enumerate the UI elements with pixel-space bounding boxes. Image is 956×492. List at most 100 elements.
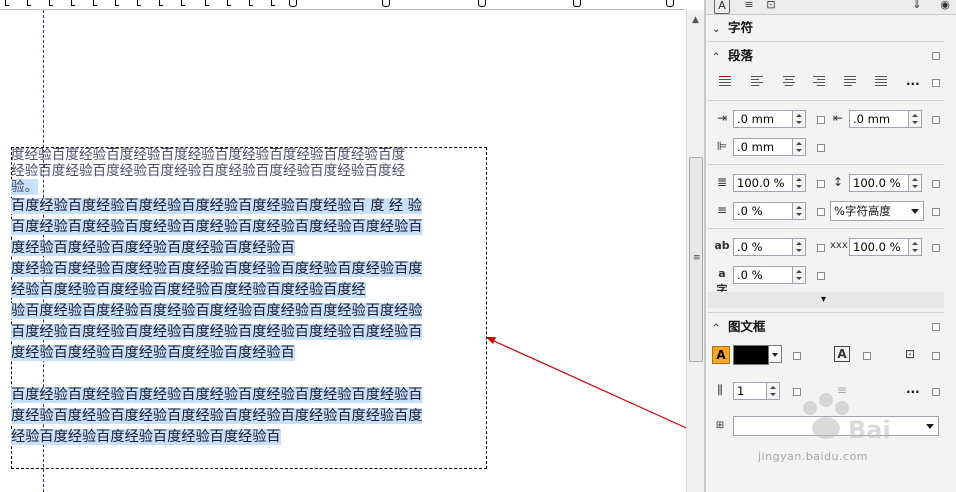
align-force-justify-icon[interactable] [874, 74, 888, 88]
row-options-icon[interactable] [932, 79, 940, 87]
first-line-indent-stepper[interactable] [792, 138, 806, 156]
frame-text-icon[interactable]: A [834, 346, 850, 362]
lock-option-icon[interactable] [932, 116, 940, 124]
align-none-icon[interactable] [718, 74, 732, 88]
divider [708, 164, 944, 165]
lock-option-icon[interactable] [932, 352, 940, 360]
word-spacing-stepper[interactable] [908, 238, 922, 256]
right-indent-icon: ⇤ [832, 111, 844, 125]
chevron-up-icon[interactable]: ⌃ [712, 49, 728, 67]
left-indent-stepper[interactable] [792, 110, 806, 128]
language-spacing-stepper[interactable] [792, 266, 806, 284]
spacing-unit-dropdown[interactable]: %字符高度 [830, 201, 924, 221]
arrow-line [493, 340, 704, 437]
line-spacing-stepper[interactable] [908, 174, 922, 192]
frame-color-swatch[interactable] [733, 345, 769, 365]
frame-section-header[interactable]: ⌃ 图文框 [712, 318, 940, 336]
divider [708, 228, 944, 229]
align-right-icon[interactable] [812, 74, 826, 88]
paragraph-tab-icon[interactable]: ≡ [742, 0, 756, 12]
frame-size-icon[interactable]: ⊡ [902, 346, 918, 362]
chevron-up-icon[interactable]: ⌃ [712, 320, 728, 338]
character-spacing-field[interactable]: .0 % [733, 238, 793, 256]
language-spacing-field[interactable]: .0 % [733, 266, 793, 284]
chevron-down-icon [926, 424, 934, 429]
character-spacing-icon: ab [714, 239, 730, 252]
more-options-button[interactable]: ... [906, 382, 920, 396]
first-line-indent-icon: ⊫ [716, 139, 728, 153]
vertical-alignment-icon: ⊞ [715, 420, 725, 431]
align-left-icon[interactable] [750, 74, 764, 88]
docker-tab-strip: A ≡ ⊡ ⇓ ◉ [706, 0, 956, 15]
spacing-before-stepper[interactable] [792, 174, 806, 192]
divider [708, 41, 944, 42]
character-section-title: 字符 [728, 20, 754, 35]
lock-option-icon[interactable] [932, 244, 940, 252]
paragraph-section-title: 段落 [728, 48, 754, 63]
lock-option-icon[interactable] [793, 388, 801, 396]
annotation-arrow [486, 337, 704, 437]
language-spacing-icon: a字 [716, 267, 728, 296]
lock-option-icon[interactable] [817, 208, 825, 216]
lock-option-icon[interactable] [817, 180, 825, 188]
section-options-icon[interactable] [932, 323, 940, 331]
chevron-down-icon[interactable]: ⌄ [712, 21, 728, 39]
line-spacing-field[interactable]: 100.0 % [849, 174, 909, 192]
vertical-scrollbar[interactable]: ▲ ≡ [686, 10, 704, 492]
columns-field[interactable]: 1 [733, 382, 767, 400]
scrollbar-thumb[interactable]: ≡ [689, 157, 703, 362]
columns-stepper[interactable] [766, 382, 780, 400]
eye-icon[interactable]: ◉ [938, 0, 952, 12]
lock-option-icon[interactable] [817, 244, 825, 252]
watermark-url: jingyan.baidu.com [758, 450, 869, 463]
character-section-header[interactable]: ⌄ 字符 [712, 19, 940, 37]
frame-fill-color-icon[interactable]: A [712, 346, 730, 364]
spacing-before-field[interactable]: 100.0 % [733, 174, 793, 192]
paragraph-spacing-before-icon: ≣ [716, 175, 728, 189]
document-canvas[interactable]: 度经验百度经验百度经验百度经验百度经验百度经验百度经验百度 经验百度经验百度经验百… [0, 0, 704, 492]
lock-option-icon[interactable] [932, 180, 940, 188]
arrow-head [486, 337, 496, 344]
grip-icon: ≡ [693, 253, 701, 263]
right-indent-stepper[interactable] [908, 110, 922, 128]
divider [708, 100, 944, 101]
left-indent-icon: ⇥ [716, 111, 728, 125]
spacing-unit-value: %字符高度 [834, 204, 891, 218]
lock-option-icon[interactable] [932, 208, 940, 216]
left-indent-field[interactable]: .0 mm [733, 110, 793, 128]
lock-option-icon[interactable] [863, 352, 871, 360]
word-spacing-field[interactable]: 100.0 % [849, 238, 909, 256]
scroll-up-arrow-icon[interactable]: ▲ [689, 14, 702, 26]
divider [708, 312, 944, 313]
more-options-button[interactable]: ... [906, 74, 920, 88]
chevron-down-icon [911, 209, 919, 214]
columns-icon: ⫼ [717, 383, 723, 397]
frame-tab-icon[interactable]: ⊡ [764, 0, 778, 12]
align-justify-icon[interactable] [843, 74, 857, 88]
lock-option-icon[interactable] [817, 144, 825, 152]
lock-option-icon[interactable] [932, 388, 940, 396]
frame-section-title: 图文框 [728, 319, 766, 334]
section-options-icon[interactable] [932, 52, 940, 60]
pin-icon[interactable]: ⇓ [910, 0, 924, 12]
expand-bar[interactable]: ▾ [708, 292, 944, 308]
character-spacing-stepper[interactable] [792, 238, 806, 256]
character-tab-icon[interactable]: A [714, 0, 730, 14]
column-settings-icon[interactable]: ≡ [834, 382, 850, 398]
spacing-after-field[interactable]: .0 % [733, 202, 793, 220]
first-line-indent-field[interactable]: .0 mm [733, 138, 793, 156]
spacing-after-stepper[interactable] [792, 202, 806, 220]
text-properties-docker: A ≡ ⊡ ⇓ ◉ ⌄ 字符 ⌃ 段落 ... ⇥ .0 mm ⇤ .0 mm ⊫ [704, 0, 956, 492]
line-spacing-icon: ↕ [832, 175, 844, 189]
lock-option-icon[interactable] [793, 352, 801, 360]
chevron-down-icon [772, 353, 778, 357]
expand-arrow-icon: ▾ [821, 294, 827, 305]
right-indent-field[interactable]: .0 mm [849, 110, 909, 128]
paragraph-spacing-after-icon: ≡ [716, 203, 728, 217]
paragraph-section-header[interactable]: ⌃ 段落 [712, 47, 940, 65]
lock-option-icon[interactable] [817, 116, 825, 124]
align-center-icon[interactable] [782, 74, 796, 88]
vertical-alignment-dropdown[interactable] [733, 416, 939, 436]
lock-option-icon[interactable] [817, 272, 825, 280]
color-dropdown-button[interactable] [768, 345, 782, 363]
